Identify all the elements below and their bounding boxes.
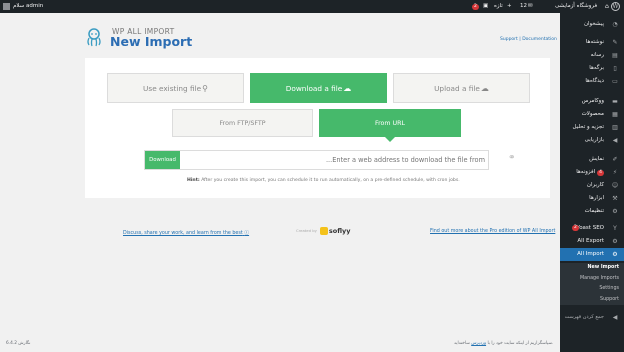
sidebar-item-woocommerce[interactable]: ▬ ووکامرس	[560, 95, 624, 108]
wordpress-logo-icon[interactable]: W	[611, 2, 620, 11]
download-button[interactable]: Download	[145, 151, 180, 169]
updates-badge[interactable]: 2	[472, 0, 479, 13]
plugin-icon: ⚡	[612, 169, 618, 176]
admin-greeting[interactable]: سلام admin	[13, 0, 43, 13]
comments-icon: ▭	[612, 78, 618, 85]
users-icon: ☺	[611, 182, 619, 189]
media-icon: ▤	[612, 52, 618, 59]
octopus-logo-icon	[87, 28, 101, 47]
site-name[interactable]: فروشگاه آزمایشی	[555, 0, 597, 13]
collapse-icon: ◀	[612, 314, 618, 321]
comments-count[interactable]: 12	[520, 0, 527, 13]
avatar[interactable]	[3, 3, 10, 10]
pro-edition-link[interactable]: Find out more about the Pro edition of W…	[430, 229, 555, 234]
comment-icon[interactable]: ✉	[528, 0, 533, 13]
export-icon: ⚙	[612, 238, 618, 245]
sidebar-item-plugins[interactable]: ⚡ افزونه‌ها 4	[560, 166, 624, 179]
tab-from-ftp[interactable]: From FTP/SFTP	[172, 109, 313, 137]
import-icon: ⚙	[612, 251, 618, 258]
tools-icon: ⚒	[612, 195, 618, 202]
sidebar-item-analytics[interactable]: ▥ تجزیه و تحلیل	[560, 121, 624, 134]
documentation-link[interactable]: Documentation	[522, 37, 557, 42]
yoast-icon: Y	[613, 225, 617, 232]
dashboard-icon: ◔	[612, 21, 618, 28]
settings-icon: ⚙	[612, 208, 618, 215]
wp-version: نگارش 6.4.2	[6, 341, 31, 346]
discuss-link[interactable]: Discuss, share your work, and learn from…	[123, 229, 249, 236]
sidebar-item-tools[interactable]: ⚒ ابزارها	[560, 192, 624, 205]
cloud-download-icon: ☁	[343, 84, 352, 93]
link-icon[interactable]: ⚭	[508, 153, 516, 163]
sidebar-item-all-export[interactable]: ⚙ All Export	[560, 235, 624, 248]
hint-text: Hint: After you create this import, you …	[187, 178, 460, 183]
sidebar-item-yoast[interactable]: Y Yoast SEO 2	[560, 222, 624, 235]
support-link[interactable]: Support	[500, 37, 518, 42]
new-label[interactable]: تازه	[494, 0, 503, 13]
active-tab-arrow	[385, 137, 395, 142]
sidebar-item-marketing[interactable]: ◀ بازاریابی	[560, 134, 624, 147]
created-by: Created by soflyy	[296, 227, 351, 235]
tab-from-url[interactable]: From URL	[319, 109, 461, 137]
page-title: New Import	[110, 34, 193, 49]
current-indicator	[556, 251, 560, 259]
yoast-bar-icon[interactable]: ▣	[483, 0, 488, 13]
pin-icon: ✎	[612, 39, 618, 46]
sidebar-item-media[interactable]: ▤ رسانه	[560, 49, 624, 62]
analytics-icon: ▥	[612, 124, 618, 131]
submenu-new-import[interactable]: New Import	[560, 263, 624, 274]
sidebar-item-users[interactable]: ☺ کاربران	[560, 179, 624, 192]
woo-icon: ▬	[612, 98, 618, 105]
sidebar-item-all-import[interactable]: ⚙ All Import	[556, 248, 624, 261]
wordpress-link[interactable]: وردپرس	[471, 341, 486, 346]
sidebar-item-posts[interactable]: ✎ نوشته‌ها	[560, 36, 624, 49]
admin-sidebar: ◔ پیشخوان ✎ نوشته‌ها ▤ رسانه ▯ برگه‌ها ▭ دیدگ…	[556, 13, 624, 352]
soflyy-brand[interactable]: soflyy	[329, 227, 351, 235]
plugins-badge: 4	[597, 170, 604, 176]
plus-icon[interactable]: +	[507, 0, 512, 13]
all-import-submenu: New Import Manage Imports Settings Suppo…	[560, 263, 624, 305]
sidebar-item-pages[interactable]: ▯ برگه‌ها	[560, 62, 624, 75]
pages-icon: ▯	[613, 65, 617, 72]
admin-bar: سلام admin 2 ▣ تازه + 12 ✉ فروشگاه آزمای…	[0, 0, 624, 13]
download-file-button[interactable]: Download a file☁	[250, 73, 387, 103]
collapse-menu[interactable]: ◀ جمع کردن فهرست	[560, 311, 624, 324]
paperclip-icon: ⚲	[202, 84, 208, 93]
submenu-support[interactable]: Support	[560, 295, 624, 306]
megaphone-icon: ◀	[612, 137, 618, 144]
soflyy-logo-icon	[319, 227, 328, 235]
info-icon: ⓘ	[244, 231, 250, 236]
url-input[interactable]	[185, 151, 485, 169]
upload-file-button[interactable]: Upload a file☁	[393, 73, 530, 103]
cloud-upload-icon: ☁	[480, 84, 489, 93]
wp-all-import-logo: WP ALL IMPORT New Import	[84, 27, 214, 51]
sidebar-item-appearance[interactable]: ✐ نمایش	[560, 153, 624, 166]
home-icon[interactable]: ⌂	[605, 0, 609, 13]
yoast-badge: 2	[572, 225, 579, 231]
sidebar-item-settings[interactable]: ⚙ تنظیمات	[560, 205, 624, 218]
submenu-manage-imports[interactable]: Manage Imports	[560, 274, 624, 285]
help-links: Support | Documentation	[500, 37, 557, 42]
sidebar-item-comments[interactable]: ▭ دیدگاه‌ها	[560, 75, 624, 88]
use-existing-file-button[interactable]: Use existing file⚲	[107, 73, 244, 103]
sidebar-item-dashboard[interactable]: ◔ پیشخوان	[560, 18, 624, 31]
wp-footer-thanks: سپاسگزاریم از اینکه سایت خود را با وردپر…	[454, 341, 554, 346]
products-icon: ▦	[612, 111, 618, 118]
sidebar-item-products[interactable]: ▦ محصولات	[560, 108, 624, 121]
url-field-group: Download	[144, 150, 489, 170]
submenu-settings[interactable]: Settings	[560, 284, 624, 295]
brush-icon: ✐	[612, 156, 618, 163]
